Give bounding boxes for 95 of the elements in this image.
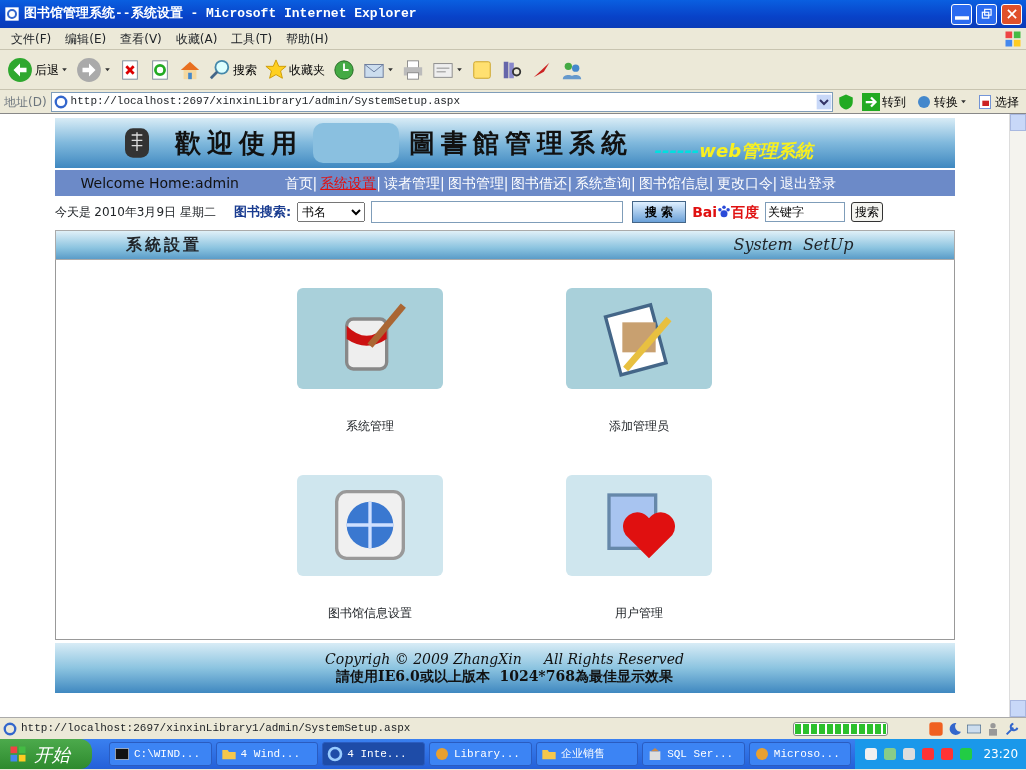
favorites-button[interactable]: 收藏夹 bbox=[262, 56, 328, 83]
restore-icon bbox=[979, 7, 994, 21]
taskbar-button[interactable]: C:\WIND... bbox=[108, 742, 212, 766]
clock-icon bbox=[333, 58, 355, 81]
tile-label[interactable]: 用户管理 bbox=[615, 603, 663, 622]
page-icon bbox=[53, 94, 68, 109]
footer-text: Copyrigh © 2009 ZhangXin All Rights Reserved bbox=[325, 651, 684, 668]
note-icon bbox=[471, 58, 493, 81]
menu-item[interactable]: 收藏(A) bbox=[168, 29, 225, 48]
scrollbar[interactable] bbox=[1009, 114, 1026, 717]
search-button[interactable]: 搜 索 bbox=[632, 201, 687, 223]
app-icon bbox=[753, 746, 770, 762]
banner-title: 圖書館管理系統 bbox=[408, 126, 633, 160]
taskbar-button[interactable]: 4 Wind... bbox=[215, 742, 319, 766]
globe-icon bbox=[916, 93, 932, 110]
welcome-text: Welcome Home:admin bbox=[79, 173, 240, 193]
go-arrow-icon bbox=[862, 92, 880, 111]
page-icon bbox=[3, 721, 17, 736]
tile-label[interactable]: 系统管理 bbox=[346, 417, 394, 435]
minimize-button[interactable] bbox=[951, 3, 972, 25]
tile-label[interactable]: 添加管理员 bbox=[609, 417, 669, 435]
tray-icon bbox=[920, 746, 937, 762]
date-text: 今天是 2010年3月9日 星期二 bbox=[54, 204, 216, 221]
footer-text: 請使用IE6.0或以上版本 1024*768為最佳显示效果 bbox=[336, 668, 673, 685]
tray-icon bbox=[882, 746, 899, 762]
tray-icon bbox=[863, 746, 880, 762]
tray-icon bbox=[939, 746, 956, 762]
moon-icon bbox=[947, 720, 963, 737]
baidu-logo: Bai 百度 bbox=[692, 202, 760, 222]
start-button[interactable]: 开始 bbox=[0, 739, 92, 769]
caret-icon bbox=[960, 98, 967, 105]
tile-label[interactable]: 图书馆信息设置 bbox=[328, 603, 412, 622]
clock-text: 23:20 bbox=[983, 746, 1019, 763]
tile-picture[interactable] bbox=[566, 474, 712, 576]
section-subtitle: System SetUp bbox=[733, 234, 854, 256]
search-label: 图书搜索: bbox=[233, 203, 292, 222]
paw-icon bbox=[717, 205, 732, 219]
taskbar-button[interactable]: 4 Inte... bbox=[322, 742, 425, 766]
tray-icon bbox=[901, 746, 918, 762]
go-button[interactable]: 转到 bbox=[859, 90, 909, 113]
console-icon bbox=[113, 746, 130, 762]
windows-logo-icon bbox=[8, 744, 28, 764]
status-url: http://localhost:2697/xinxinLibrary1/admin/SystemSetup.aspx bbox=[21, 721, 411, 737]
banner-title: 歡迎使用 bbox=[174, 126, 303, 160]
shield-icon bbox=[837, 92, 855, 111]
star-icon bbox=[265, 58, 287, 81]
search-type-select[interactable]: 书名 bbox=[297, 202, 366, 222]
baidu-search-button[interactable]: 搜索 bbox=[851, 202, 884, 222]
separator-text: | bbox=[312, 173, 318, 194]
address-label: 地址(D) bbox=[4, 93, 47, 111]
app-icon bbox=[433, 746, 450, 762]
address-field[interactable]: http://localhost:2697/xinxinLibrary1/admin/SystemSetup.aspx bbox=[50, 91, 833, 112]
section-title: 系統設置 bbox=[125, 234, 202, 256]
tile-picture[interactable] bbox=[566, 288, 712, 389]
taskbar-button[interactable]: Microso... bbox=[748, 742, 852, 766]
menu-item[interactable]: 工具(T) bbox=[224, 29, 280, 48]
banner-subtitle: ------web管理系統 bbox=[654, 138, 814, 163]
menu-item[interactable]: 文件(F) bbox=[4, 29, 59, 48]
menu-item[interactable]: 帮助(H) bbox=[279, 29, 336, 48]
window-title: 图书馆管理系统--系统设置 - Microsoft Internet Explorer bbox=[24, 5, 417, 24]
restore-button[interactable] bbox=[976, 3, 997, 25]
search-icon bbox=[209, 58, 231, 81]
stop-icon bbox=[119, 58, 141, 81]
wrench-icon bbox=[1004, 720, 1020, 737]
search-field[interactable] bbox=[371, 201, 624, 223]
separator-text: | bbox=[567, 173, 573, 194]
tile-picture[interactable] bbox=[297, 288, 443, 389]
page-icon bbox=[4, 6, 20, 22]
separator-text: | bbox=[772, 173, 778, 194]
menu-item[interactable]: 查看(V) bbox=[113, 29, 169, 48]
tray-icon bbox=[958, 746, 975, 762]
browser-icon bbox=[327, 746, 344, 762]
separator-text: | bbox=[631, 173, 636, 194]
refresh-icon bbox=[149, 58, 171, 81]
separator-text: | bbox=[708, 173, 714, 194]
taskbar-button[interactable]: 企业销售 bbox=[535, 742, 639, 766]
minimize-icon bbox=[954, 16, 969, 20]
dropdown-icon bbox=[816, 93, 832, 110]
convert-button[interactable]: 转换 bbox=[913, 90, 970, 113]
keyword-field[interactable]: 关键字 bbox=[765, 202, 846, 222]
separator-text: | bbox=[503, 173, 509, 194]
taskbar-button[interactable]: SQL Ser... bbox=[642, 742, 745, 766]
search-button[interactable]: 搜索 bbox=[206, 56, 260, 83]
back-button[interactable]: 后退 bbox=[4, 54, 71, 85]
menu-item[interactable]: 编辑(E) bbox=[58, 29, 114, 48]
tile-picture[interactable] bbox=[297, 474, 443, 576]
printer-icon bbox=[402, 58, 424, 81]
close-button[interactable] bbox=[1001, 3, 1022, 25]
separator-text: | bbox=[376, 173, 381, 194]
ime-logo-icon bbox=[928, 720, 944, 737]
select-button[interactable]: 选择 bbox=[974, 90, 1022, 113]
separator-text: | bbox=[439, 173, 445, 194]
taskbar-button[interactable]: Library... bbox=[428, 742, 532, 766]
document-icon bbox=[977, 93, 993, 110]
close-icon bbox=[1004, 7, 1019, 21]
